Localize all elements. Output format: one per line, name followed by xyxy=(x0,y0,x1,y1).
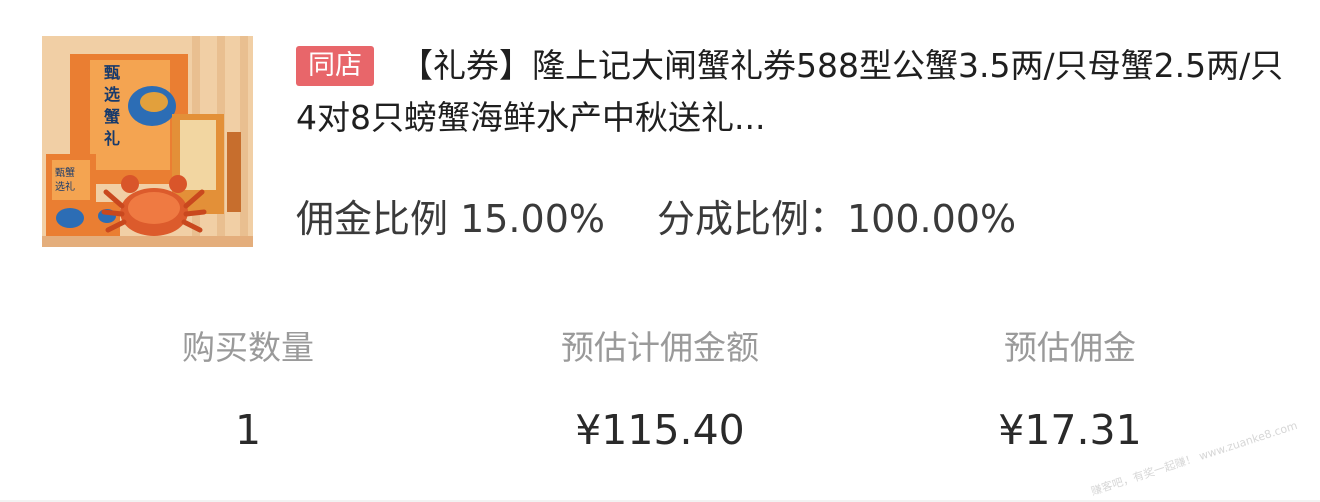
estimated-commission-value: ¥17.31 xyxy=(998,406,1142,454)
svg-text:选礼: 选礼 xyxy=(55,180,75,193)
same-shop-badge: 同店 xyxy=(296,46,374,86)
crab-gift-box-image: 甄 选 蟹 礼 甄蟹 选礼 xyxy=(42,36,253,247)
product-title-block[interactable]: 同店 【礼券】隆上记大闸蟹礼券588型公蟹3.5两/只母蟹2.5两/只4对8只螃蟹… xyxy=(296,40,1286,144)
estimated-amount-label: 预估计佣金额 xyxy=(561,328,759,367)
rates-row: 佣金比例 15.00% 分成比例：100.00% xyxy=(296,192,1016,246)
svg-text:甄蟹: 甄蟹 xyxy=(55,166,75,179)
quantity-stat: 购买数量 1 xyxy=(98,322,398,458)
commission-rate: 佣金比例 15.00% xyxy=(296,197,605,241)
svg-text:选: 选 xyxy=(104,85,120,104)
estimated-commission-label: 预估佣金 xyxy=(1004,328,1136,367)
estimated-amount-stat: 预估计佣金额 ¥115.40 xyxy=(510,322,810,458)
quantity-value: 1 xyxy=(234,406,262,454)
estimated-commission-stat: 预估佣金 ¥17.31 xyxy=(920,322,1220,458)
estimated-amount-value: ¥115.40 xyxy=(575,406,745,454)
product-order-card: 甄 选 蟹 礼 甄蟹 选礼 同店 【礼券】隆上记大闸蟹礼券588型公蟹3.5两/… xyxy=(0,0,1320,502)
svg-text:蟹: 蟹 xyxy=(103,107,120,126)
share-rate: 分成比例：100.00% xyxy=(656,197,1017,241)
product-thumbnail[interactable]: 甄 选 蟹 礼 甄蟹 选礼 xyxy=(42,36,253,247)
svg-text:礼: 礼 xyxy=(104,129,120,148)
product-title: 【礼券】隆上记大闸蟹礼券588型公蟹3.5两/只母蟹2.5两/只4对8只螃蟹海鲜… xyxy=(296,46,1284,137)
svg-text:甄: 甄 xyxy=(104,63,120,82)
quantity-label: 购买数量 xyxy=(182,328,314,367)
